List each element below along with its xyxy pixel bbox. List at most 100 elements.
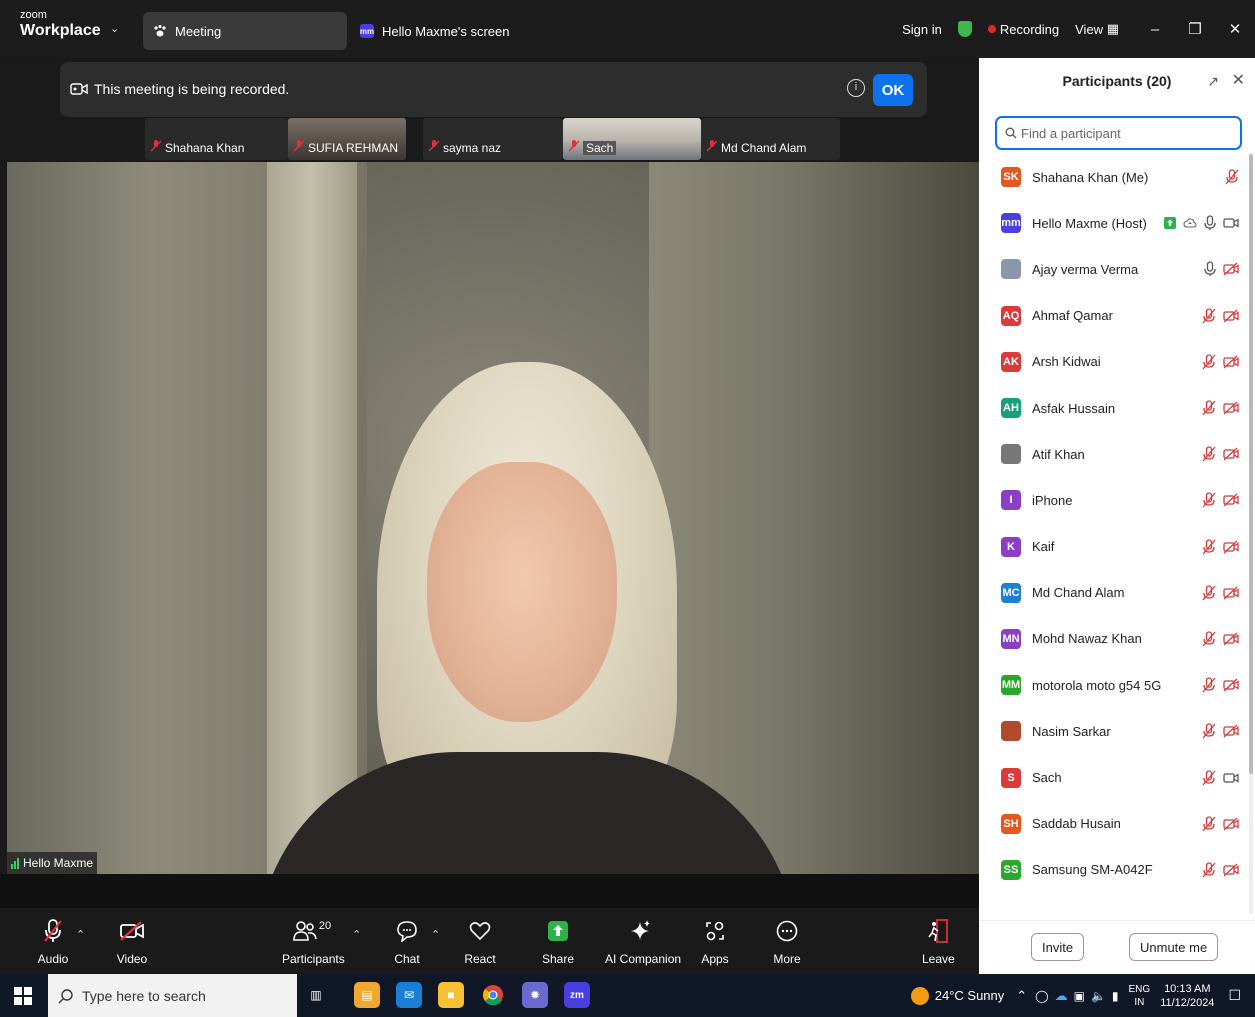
mic-on-icon[interactable] — [1204, 261, 1216, 277]
ok-button[interactable]: OK — [873, 74, 913, 106]
clock[interactable]: 10:13 AM 11/12/2024 — [1160, 982, 1214, 1010]
mic-off-icon[interactable] — [1202, 816, 1216, 832]
mic-off-icon[interactable] — [1202, 538, 1216, 555]
participant-row[interactable]: MN Mohd Nawaz Khan — [979, 616, 1249, 662]
zoom-workplace-logo[interactable]: zoom Workplace — [20, 10, 101, 39]
panel-scrollbar[interactable] — [1249, 154, 1253, 914]
scrollbar-thumb[interactable] — [1249, 154, 1253, 774]
tab-meeting[interactable]: Meeting — [143, 12, 347, 50]
participant-row[interactable]: Nasim Sarkar — [979, 708, 1249, 754]
pop-out-icon[interactable]: ↗ — [1207, 58, 1219, 104]
camera-off-icon[interactable] — [1223, 309, 1239, 323]
camera-off-icon[interactable] — [1223, 724, 1239, 738]
tray-chevron-icon[interactable]: ⌃ — [1016, 988, 1027, 1004]
participant-row[interactable]: SK Shahana Khan (Me) — [979, 154, 1249, 200]
chat-options-caret-icon[interactable]: ⌃ — [431, 928, 440, 941]
recording-indicator[interactable]: Recording — [987, 22, 1059, 37]
camera-off-icon[interactable] — [1223, 632, 1239, 646]
thumbnail-tile[interactable]: Shahana Khan — [145, 118, 288, 160]
participant-row[interactable]: AK Arsh Kidwai — [979, 339, 1249, 385]
restore-icon[interactable]: ❐ — [1175, 20, 1215, 38]
security-shield-icon[interactable] — [957, 21, 972, 37]
mic-off-icon[interactable] — [1202, 354, 1216, 370]
windows-start-icon[interactable] — [14, 987, 32, 1005]
mail-icon[interactable]: ✉ — [396, 982, 422, 1008]
audio-options-caret-icon[interactable]: ⌃ — [76, 928, 85, 941]
mic-off-icon[interactable] — [1202, 862, 1216, 878]
mic-off-icon[interactable] — [1202, 492, 1216, 508]
mic-on-icon[interactable] — [1204, 215, 1216, 231]
tray-app-icon[interactable]: ◯ — [1035, 989, 1048, 1003]
participant-row[interactable]: Atif Khan — [979, 431, 1249, 477]
mic-off-icon[interactable] — [1202, 308, 1216, 324]
mic-off-icon[interactable] — [1202, 769, 1216, 786]
camera-off-icon[interactable] — [1223, 586, 1239, 600]
close-panel-icon[interactable]: ✕ — [1232, 58, 1245, 104]
participant-row[interactable]: AQ Ahmaf Qamar — [979, 293, 1249, 339]
view-menu[interactable]: View ▦ — [1075, 21, 1119, 37]
participant-row[interactable]: IiPhone — [979, 477, 1249, 523]
chat-button[interactable]: Chat — [392, 916, 422, 966]
onedrive-icon[interactable]: ☁ — [1055, 988, 1068, 1004]
notifications-icon[interactable]: ☐ — [1228, 987, 1241, 1004]
invite-button[interactable]: Invite — [1031, 933, 1085, 961]
thumbnail-tile[interactable]: Sach — [563, 118, 701, 160]
zoom-taskbar-icon[interactable]: zm — [564, 982, 590, 1008]
file-explorer-icon[interactable]: ■ — [438, 982, 464, 1008]
participants-options-caret-icon[interactable]: ⌃ — [352, 928, 361, 941]
language-indicator[interactable]: ENG IN — [1129, 983, 1151, 1009]
store-icon[interactable]: ▤ — [354, 982, 380, 1008]
microphone-tray-icon[interactable]: ▮ — [1112, 989, 1119, 1003]
thumbnail-tile[interactable]: Md Chand Alam — [701, 118, 840, 160]
participant-row[interactable]: SH Saddab Husain — [979, 801, 1249, 847]
task-view-icon[interactable]: ▥ — [303, 982, 329, 1008]
ai-companion-button[interactable]: AI Companion — [605, 916, 681, 966]
thumbnail-tile[interactable]: SUFIA REHMAN — [288, 118, 406, 160]
minimize-icon[interactable]: – — [1135, 21, 1175, 38]
mic-off-icon[interactable] — [1202, 400, 1216, 416]
participant-row[interactable]: MM motorola moto g54 5G — [979, 662, 1249, 708]
camera-off-icon[interactable] — [1223, 817, 1239, 831]
taskbar-search-input[interactable]: Type here to search — [48, 974, 297, 1017]
camera-off-icon[interactable] — [1223, 447, 1239, 461]
sign-in-link[interactable]: Sign in — [902, 22, 942, 37]
camera-on-icon[interactable] — [1223, 216, 1239, 230]
video-button[interactable]: Video — [114, 916, 150, 966]
thumbnail-tile[interactable]: sayma naz — [423, 118, 563, 160]
volume-icon[interactable]: 🔈 — [1091, 989, 1106, 1003]
paint-icon[interactable]: ✹ — [522, 982, 548, 1008]
chevron-down-icon[interactable]: ⌄ — [110, 22, 119, 35]
camera-off-icon[interactable] — [1223, 401, 1239, 415]
participant-row[interactable]: Ajay verma Verma — [979, 246, 1249, 292]
participant-row[interactable]: mm Hello Maxme (Host) — [979, 200, 1249, 246]
weather-widget[interactable]: 24°C Sunny — [910, 986, 1004, 1005]
participant-row[interactable]: AH Asfak Hussain — [979, 385, 1249, 431]
camera-off-icon[interactable] — [1223, 493, 1239, 507]
participant-search-input[interactable]: Find a participant — [995, 116, 1242, 150]
camera-off-icon[interactable] — [1223, 678, 1239, 692]
participant-row[interactable]: MC Md Chand Alam — [979, 570, 1249, 616]
mic-off-icon[interactable] — [1225, 169, 1239, 185]
info-icon[interactable]: i — [847, 79, 865, 97]
chrome-icon[interactable] — [480, 982, 506, 1008]
camera-off-icon[interactable] — [1223, 355, 1239, 369]
participants-button[interactable]: 20 Participants — [282, 916, 345, 966]
react-button[interactable]: React — [464, 916, 496, 966]
share-button[interactable]: Share — [542, 916, 574, 966]
tab-shared-screen[interactable]: mm Hello Maxme's screen — [358, 12, 558, 50]
camera-off-icon[interactable] — [1223, 863, 1239, 877]
participant-row[interactable]: S Sach — [979, 754, 1249, 800]
mic-off-icon[interactable] — [1202, 446, 1216, 462]
participant-row[interactable]: K Kaif — [979, 524, 1249, 570]
camera-off-icon[interactable] — [1223, 540, 1239, 554]
network-icon[interactable]: ▣ — [1074, 989, 1085, 1003]
mic-off-icon[interactable] — [1202, 585, 1216, 601]
leave-button[interactable]: Leave — [922, 916, 955, 966]
mic-off-icon[interactable] — [1202, 723, 1216, 739]
more-button[interactable]: More — [772, 916, 802, 966]
unmute-me-button[interactable]: Unmute me — [1129, 933, 1219, 961]
main-speaker-video[interactable] — [7, 162, 979, 874]
apps-button[interactable]: Apps — [700, 916, 730, 966]
mic-off-icon[interactable] — [1202, 631, 1216, 647]
mic-off-icon[interactable] — [1202, 677, 1216, 693]
